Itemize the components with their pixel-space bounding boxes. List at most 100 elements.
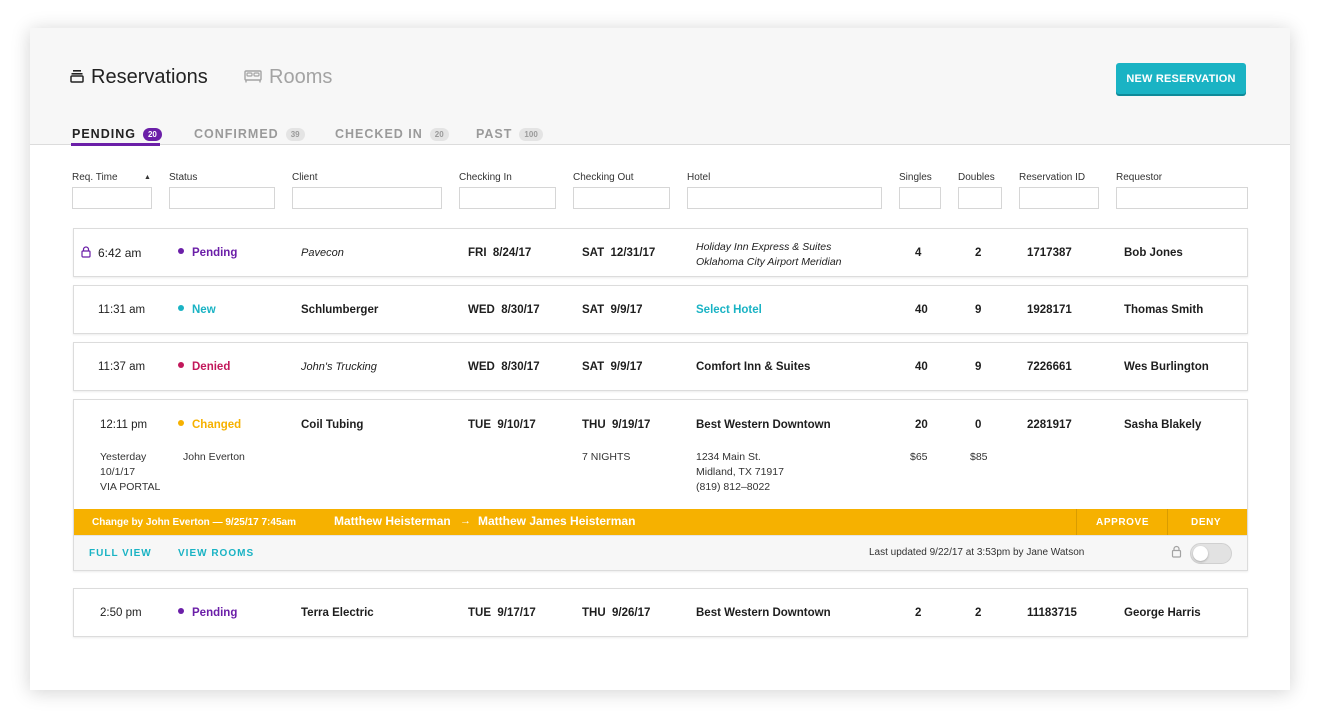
status-text: Pending <box>192 607 238 619</box>
client-filter[interactable] <box>292 187 442 209</box>
requestor-name: George Harris <box>1124 607 1201 619</box>
status-new: New <box>178 303 216 318</box>
new-reservation-button[interactable]: NEW RESERVATION <box>1116 63 1246 94</box>
reservation-row[interactable]: 2:50 pm Pending Terra Electric TUE 9/17/… <box>73 588 1248 637</box>
tab-count-badge: 100 <box>519 127 543 141</box>
reservation-row-expanded[interactable]: 12:11 pm Changed Coil Tubing TUE 9/10/17… <box>73 399 1248 571</box>
check-out-date: SAT 9/9/17 <box>582 361 643 373</box>
requestor-filter[interactable] <box>1116 187 1248 209</box>
request-date: 10/1/17 <box>100 466 136 478</box>
doubles-count: 9 <box>975 304 982 316</box>
hotel-name-line2: Oklahoma City Airport Meridian <box>696 256 842 268</box>
client-contact: John Everton <box>183 451 245 463</box>
check-out-date: SAT 9/9/17 <box>582 304 643 316</box>
hotel-name: Comfort Inn & Suites <box>696 361 811 373</box>
tab-pending[interactable]: PENDING 20 <box>72 124 162 144</box>
reservations-label: Reservations <box>91 66 208 88</box>
req-time: 11:37 am <box>98 361 146 373</box>
lock-icon <box>81 246 91 263</box>
arrow-right-icon: → <box>460 515 471 527</box>
hotel-name: Best Western Downtown <box>696 607 831 619</box>
check-out-date: THU 9/26/17 <box>582 607 651 619</box>
sort-ascending-icon[interactable]: ▲ <box>144 174 151 181</box>
requestor-label: Requestor <box>1116 172 1163 183</box>
reservation-id-filter[interactable] <box>1019 187 1099 209</box>
singles-count: 4 <box>915 247 922 259</box>
status-text: New <box>192 304 216 316</box>
reservation-row[interactable]: 11:31 am New Schlumberger WED 8/30/17 SA… <box>73 285 1248 334</box>
singles-count: 40 <box>915 304 928 316</box>
status-dot <box>178 305 184 311</box>
last-updated-text: Last updated 9/22/17 at 3:53pm by Jane W… <box>869 547 1085 558</box>
doubles-count: 0 <box>975 419 982 431</box>
stack-icon <box>70 66 91 89</box>
status-text: Denied <box>192 361 231 373</box>
tab-label: CHECKED IN <box>335 127 423 141</box>
check-in-date: TUE 9/10/17 <box>468 419 536 431</box>
nights-count: 7 NIGHTS <box>582 451 631 463</box>
req-time: 6:42 am <box>98 246 142 260</box>
header: Reservations Rooms NEW RESERVATION PENDI… <box>30 28 1290 145</box>
req-time-filter[interactable] <box>72 187 152 209</box>
status-dot <box>178 362 184 368</box>
rooms-view-tab[interactable]: Rooms <box>244 66 332 89</box>
reservations-view-tab[interactable]: Reservations <box>70 66 208 89</box>
doubles-filter[interactable] <box>958 187 1002 209</box>
reservation-id: 7226661 <box>1027 361 1072 373</box>
requestor-name: Thomas Smith <box>1124 304 1204 316</box>
active-tab-underline <box>71 143 160 146</box>
status-pending: Pending <box>178 606 237 621</box>
approve-button[interactable]: APPROVE <box>1096 515 1149 530</box>
check-in-date: FRI 8/24/17 <box>468 247 532 259</box>
check-in-date: WED 8/30/17 <box>468 361 540 373</box>
toggle-knob <box>1193 546 1208 561</box>
change-notice-bar: Change by John Everton — 9/25/17 7:45am … <box>74 509 1247 535</box>
status-dot <box>178 248 184 254</box>
deny-button[interactable]: DENY <box>1191 515 1221 530</box>
request-source: VIA PORTAL <box>100 481 161 493</box>
divider <box>1076 509 1077 535</box>
hotel-phone: (819) 812–8022 <box>696 481 771 493</box>
status-dot <box>178 608 184 614</box>
tab-label: PAST <box>476 127 513 141</box>
status-filter[interactable] <box>169 187 275 209</box>
client-name: Terra Electric <box>301 607 374 619</box>
reservation-row[interactable]: 6:42 am Pending Pavecon FRI 8/24/17 SAT … <box>73 228 1248 277</box>
lock-toggle[interactable] <box>1190 543 1232 564</box>
tab-past[interactable]: PAST 100 <box>476 124 543 144</box>
reservations-panel: Reservations Rooms NEW RESERVATION PENDI… <box>30 28 1290 690</box>
select-hotel-link[interactable]: Select Hotel <box>696 303 762 318</box>
bed-icon <box>244 66 269 89</box>
client-name: Pavecon <box>301 247 344 259</box>
client-name: Schlumberger <box>301 304 379 316</box>
reservation-id-label: Reservation ID <box>1019 172 1086 183</box>
checking-out-filter[interactable] <box>573 187 670 209</box>
client-name: Coil Tubing <box>301 419 364 431</box>
tab-checked-in[interactable]: CHECKED IN 20 <box>335 124 449 144</box>
status-denied: Denied <box>178 360 230 375</box>
singles-count: 2 <box>915 607 922 619</box>
doubles-count: 2 <box>975 607 982 619</box>
tab-confirmed[interactable]: CONFIRMED 39 <box>194 124 305 144</box>
checking-in-filter[interactable] <box>459 187 556 209</box>
hotel-name-line1: Holiday Inn Express & Suites <box>696 241 832 253</box>
hotel-filter[interactable] <box>687 187 882 209</box>
tab-count-badge: 20 <box>429 127 449 141</box>
doubles-label: Doubles <box>958 172 995 183</box>
tab-label: PENDING <box>72 127 136 141</box>
reservation-row[interactable]: 11:37 am Denied John's Trucking WED 8/30… <box>73 342 1248 391</box>
client-name: John's Trucking <box>301 361 377 373</box>
singles-filter[interactable] <box>899 187 941 209</box>
row-actions-bar: FULL VIEW VIEW ROOMS Last updated 9/22/1… <box>74 535 1247 570</box>
tab-count-badge: 39 <box>285 127 305 141</box>
req-time: 2:50 pm <box>100 607 142 619</box>
hotel-label: Hotel <box>687 172 711 183</box>
req-time-label[interactable]: Req. Time <box>72 172 118 183</box>
reservation-id: 1717387 <box>1027 247 1072 259</box>
requestor-name: Wes Burlington <box>1124 361 1209 373</box>
hotel-name: Best Western Downtown <box>696 419 831 431</box>
check-in-date: TUE 9/17/17 <box>468 607 536 619</box>
full-view-button[interactable]: FULL VIEW <box>89 548 152 559</box>
singles-count: 20 <box>915 419 928 431</box>
view-rooms-button[interactable]: VIEW ROOMS <box>178 548 254 559</box>
